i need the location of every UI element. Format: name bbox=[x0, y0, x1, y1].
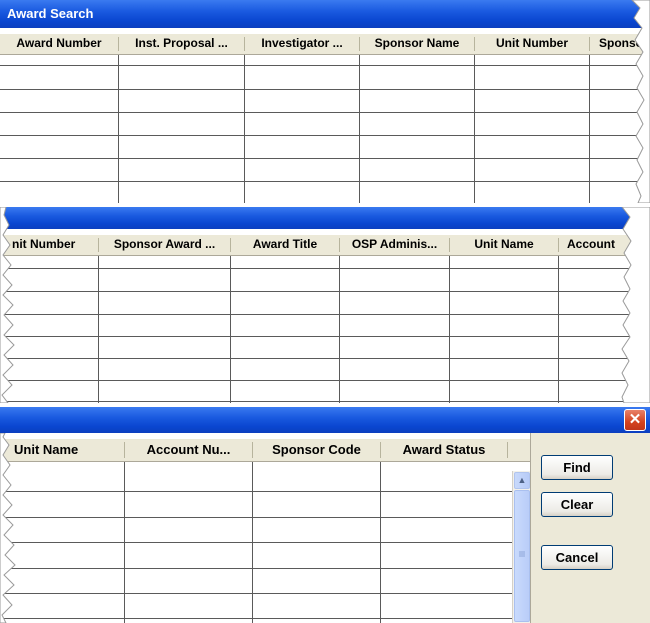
results-grid[interactable] bbox=[0, 55, 650, 203]
cancel-button[interactable]: Cancel bbox=[541, 545, 613, 570]
torn-edge-right-2 bbox=[621, 207, 650, 403]
find-button[interactable]: Find bbox=[541, 455, 613, 480]
table-header-2: nit Number Sponsor Award ... Award Title… bbox=[0, 235, 650, 256]
table-header: Award Number Inst. Proposal ... Investig… bbox=[0, 34, 650, 55]
column-sponsor-code[interactable]: Sponsor Code bbox=[253, 439, 380, 461]
column-sponsor-name[interactable]: Sponsor Name bbox=[360, 34, 474, 54]
results-grid-2[interactable] bbox=[0, 256, 650, 403]
column-award-number[interactable]: Award Number bbox=[0, 34, 118, 54]
vertical-scrollbar[interactable]: ▲ bbox=[512, 471, 530, 623]
column-award-title[interactable]: Award Title bbox=[231, 235, 339, 255]
scroll-thumb[interactable] bbox=[514, 490, 530, 622]
title-bar-3: ✕ bbox=[0, 407, 650, 433]
column-investigator[interactable]: Investigator ... bbox=[245, 34, 359, 54]
close-icon[interactable]: ✕ bbox=[624, 409, 646, 431]
grip-icon bbox=[519, 551, 525, 557]
column-sponsor-award[interactable]: Sponsor Award ... bbox=[99, 235, 230, 255]
column-unit-name[interactable]: Unit Name bbox=[450, 235, 558, 255]
title-bar-2 bbox=[0, 207, 632, 229]
clear-button[interactable]: Clear bbox=[541, 492, 613, 517]
torn-edge-left bbox=[0, 207, 15, 403]
action-buttons-panel: Find Clear Cancel bbox=[530, 433, 650, 623]
results-panel-part-1: Award Search Award Number Inst. Proposal… bbox=[0, 0, 650, 203]
results-grid-3[interactable] bbox=[0, 462, 514, 623]
window-title: Award Search bbox=[7, 6, 94, 21]
results-panel-part-3: ✕ Unit Name Account Nu... Sponsor Code A… bbox=[0, 407, 650, 623]
scroll-up-icon[interactable]: ▲ bbox=[514, 472, 530, 489]
column-award-status[interactable]: Award Status bbox=[381, 439, 507, 461]
table-header-3: Unit Name Account Nu... Sponsor Code Awa… bbox=[0, 439, 532, 462]
column-unit-number[interactable]: Unit Number bbox=[475, 34, 589, 54]
torn-edge-right bbox=[631, 0, 650, 203]
column-account-number[interactable]: Account Nu... bbox=[125, 439, 252, 461]
column-inst-proposal[interactable]: Inst. Proposal ... bbox=[119, 34, 244, 54]
scroll-up-glyph: ▲ bbox=[517, 475, 527, 485]
title-bar: Award Search bbox=[0, 0, 650, 28]
torn-edge-left-3 bbox=[0, 433, 16, 623]
column-osp-admin[interactable]: OSP Adminis... bbox=[340, 235, 449, 255]
results-panel-part-2: nit Number Sponsor Award ... Award Title… bbox=[0, 207, 650, 403]
close-glyph: ✕ bbox=[628, 411, 642, 428]
